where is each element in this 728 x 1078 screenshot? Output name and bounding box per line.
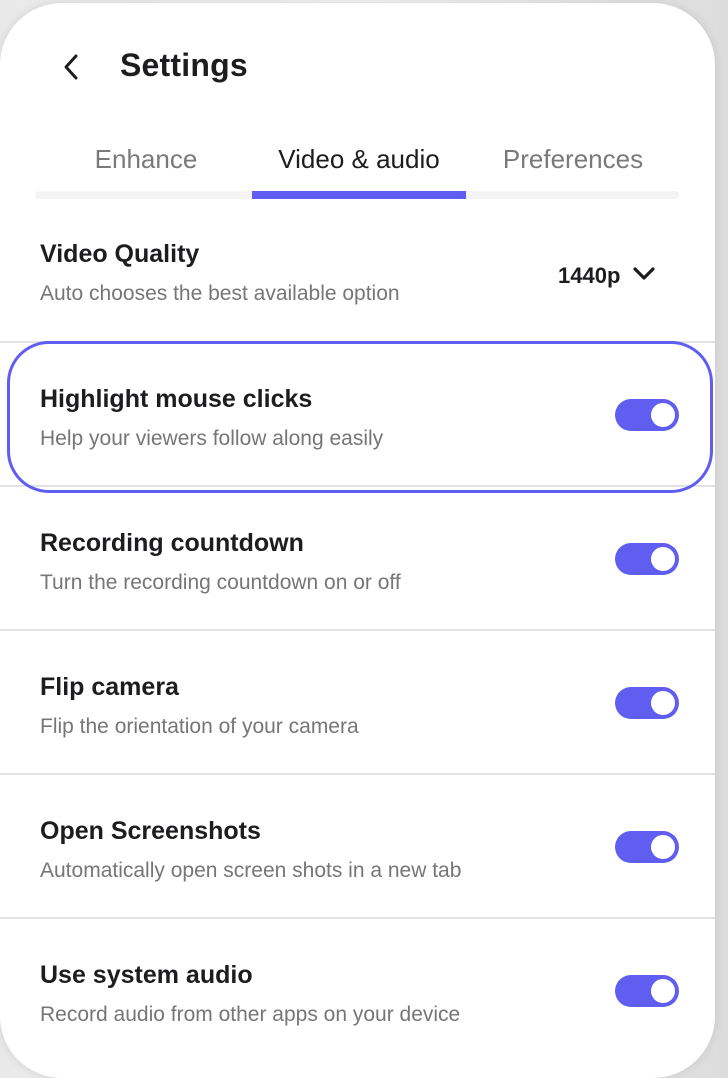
setting-row-flip-camera: Flip camera Flip the orientation of your… [0, 631, 715, 773]
setting-subtitle: Turn the recording countdown on or off [40, 571, 401, 594]
setting-subtitle: Record audio from other apps on your dev… [40, 1003, 461, 1026]
setting-title: Use system audio [40, 961, 253, 989]
highlight-mouse-clicks-toggle[interactable] [615, 399, 679, 431]
setting-title: Flip camera [40, 673, 179, 701]
settings-panel: Settings Enhance Video & audio Preferenc… [0, 3, 715, 1078]
setting-row-open-screenshots: Open Screenshots Automatically open scre… [0, 775, 715, 917]
video-quality-title: Video Quality [40, 240, 200, 268]
setting-title: Highlight mouse clicks [40, 385, 313, 413]
header: Settings [0, 3, 715, 133]
chevron-down-icon [632, 266, 656, 287]
video-quality-dropdown[interactable]: 1440p [558, 259, 656, 293]
tab-preferences[interactable]: Preferences [481, 139, 665, 179]
tab-enhance[interactable]: Enhance [55, 139, 237, 179]
open-screenshots-toggle[interactable] [615, 831, 679, 863]
setting-title: Open Screenshots [40, 817, 261, 845]
tab-video-audio[interactable]: Video & audio [252, 139, 466, 179]
toggle-knob [651, 835, 675, 859]
toggle-knob [651, 691, 675, 715]
chevron-left-icon [62, 53, 80, 86]
toggle-knob [651, 979, 675, 1003]
video-quality-subtitle: Auto chooses the best available option [40, 282, 400, 305]
use-system-audio-toggle[interactable] [615, 975, 679, 1007]
setting-subtitle: Automatically open screen shots in a new… [40, 859, 462, 882]
back-button[interactable] [56, 51, 86, 87]
active-tab-indicator [252, 191, 466, 199]
setting-subtitle: Flip the orientation of your camera [40, 715, 359, 738]
flip-camera-toggle[interactable] [615, 687, 679, 719]
tab-bar: Enhance Video & audio Preferences [35, 131, 679, 201]
toggle-knob [651, 403, 675, 427]
setting-subtitle: Help your viewers follow along easily [40, 427, 384, 450]
recording-countdown-toggle[interactable] [615, 543, 679, 575]
setting-title: Recording countdown [40, 529, 304, 557]
page-title: Settings [120, 47, 248, 83]
toggle-knob [651, 547, 675, 571]
video-quality-value: 1440p [558, 263, 621, 288]
setting-row-use-system-audio: Use system audio Record audio from other… [0, 919, 715, 1061]
setting-row-highlight-mouse-clicks: Highlight mouse clicks Help your viewers… [0, 343, 715, 485]
setting-row-recording-countdown: Recording countdown Turn the recording c… [0, 487, 715, 629]
